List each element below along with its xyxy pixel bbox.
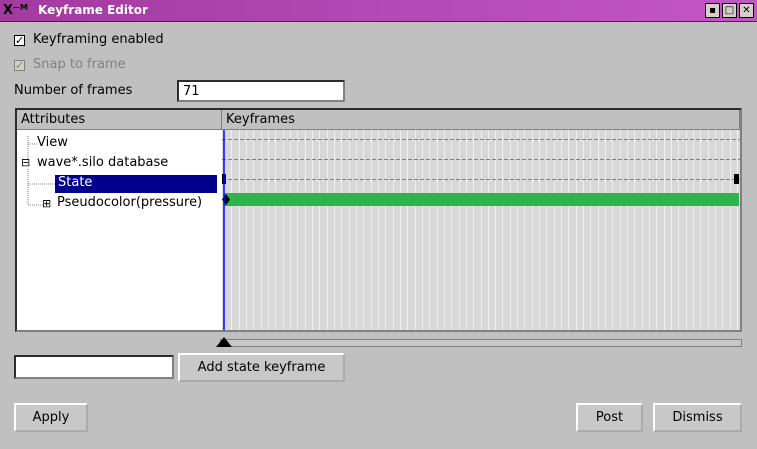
expand-icon[interactable]: ⊞ xyxy=(42,198,51,210)
tree-item-pseudocolor[interactable]: Pseudocolor(pressure) xyxy=(57,195,202,210)
keyframing-enabled-checkbox[interactable]: ✓ xyxy=(14,35,25,46)
keyframe-panel: Attributes Keyframes View ⊟ wave*.silo d… xyxy=(15,108,742,332)
attribute-tree: View ⊟ wave*.silo database State ⊞ Pseud… xyxy=(17,130,220,330)
maximize-button[interactable]: □ xyxy=(722,3,737,18)
app-icon: X⁻ᴹ xyxy=(3,3,29,18)
state-keyframe-input[interactable] xyxy=(14,355,174,379)
minimize-button[interactable]: ▪ xyxy=(705,3,720,18)
attributes-header[interactable]: Attributes xyxy=(17,110,222,130)
keyframe-timeline[interactable] xyxy=(222,130,740,330)
state-keyframe-end-marker xyxy=(734,174,739,184)
close-button[interactable]: ✕ xyxy=(739,3,754,18)
number-of-frames-field[interactable]: 71 xyxy=(177,80,345,102)
tree-item-view[interactable]: View xyxy=(37,135,68,150)
tree-item-state[interactable]: State xyxy=(55,175,217,193)
title-bar[interactable]: X⁻ᴹ Keyframe Editor ▪ □ ✕ xyxy=(0,0,757,22)
window-title: Keyframe Editor xyxy=(38,3,148,17)
keyframing-enabled-label: Keyframing enabled xyxy=(33,32,164,47)
pseudocolor-extent-bar xyxy=(224,193,739,206)
snap-to-frame-label: Snap to frame xyxy=(33,57,126,72)
keyframe-grid[interactable] xyxy=(222,130,740,330)
number-of-frames-label: Number of frames xyxy=(14,83,133,98)
add-state-keyframe-button[interactable]: Add state keyframe xyxy=(178,353,345,382)
post-button[interactable]: Post xyxy=(576,403,643,432)
tree-item-database[interactable]: wave*.silo database xyxy=(37,155,168,170)
apply-button[interactable]: Apply xyxy=(14,403,88,432)
keyframes-header[interactable]: Keyframes xyxy=(222,110,740,130)
snap-to-frame-checkbox[interactable]: ✓ xyxy=(14,60,25,71)
dismiss-button[interactable]: Dismiss xyxy=(653,403,742,432)
time-slider-track[interactable] xyxy=(220,339,742,347)
time-slider-handle[interactable] xyxy=(215,336,233,348)
collapse-icon[interactable]: ⊟ xyxy=(21,157,30,169)
